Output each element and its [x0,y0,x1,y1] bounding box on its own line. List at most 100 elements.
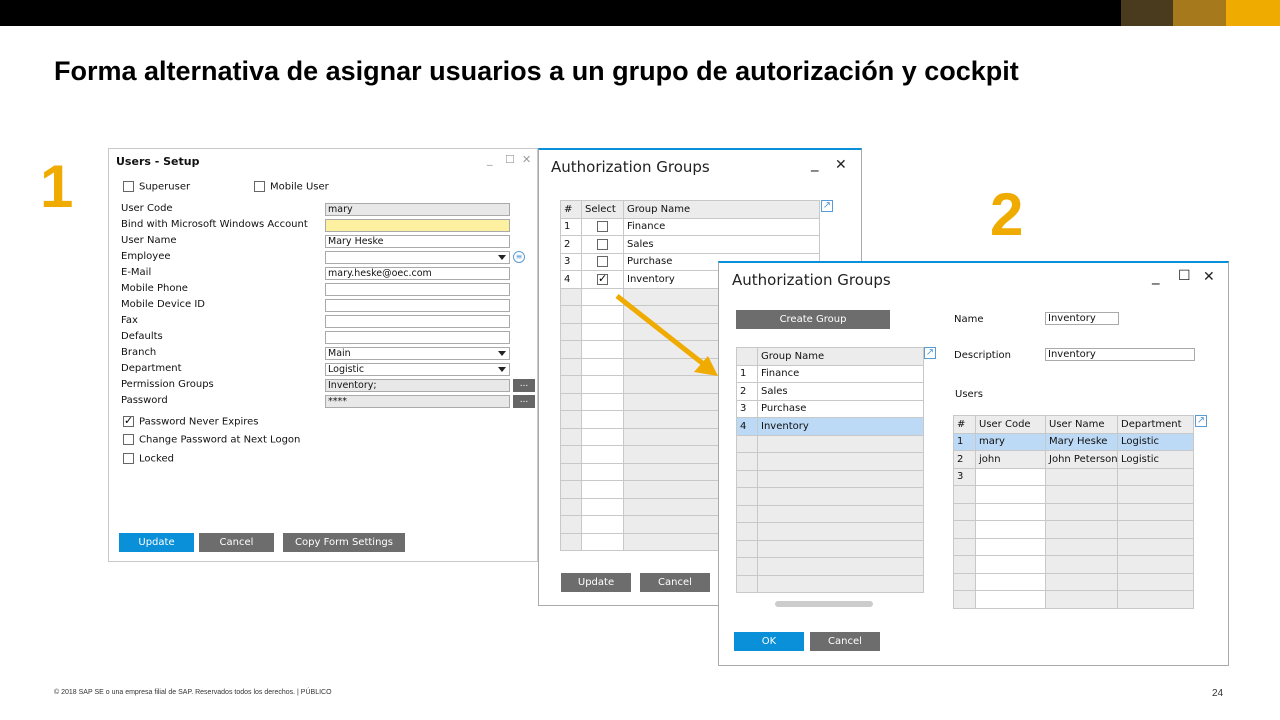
update-button[interactable]: Update [561,573,631,592]
copy-form-settings-button[interactable]: Copy Form Settings [283,533,405,552]
column-header-number: # [953,415,976,434]
email-label: E-Mail [121,267,152,278]
cancel-button[interactable]: Cancel [199,533,274,552]
checkbox-icon[interactable] [123,181,134,192]
minimize-icon[interactable]: _ [487,153,493,166]
defaults-label: Defaults [121,331,163,342]
expand-icon[interactable]: ↗ [924,347,936,359]
password-browse-button[interactable]: ... [513,395,535,408]
column-header-group-name: Group Name [757,347,924,366]
auth-groups-2-title: Authorization Groups [732,271,891,289]
chevron-down-icon[interactable] [498,367,506,372]
mobile-phone-label: Mobile Phone [121,283,188,294]
close-icon[interactable]: ✕ [522,153,531,166]
permission-groups-browse-button[interactable]: ... [513,379,535,392]
email-field[interactable]: mary.heske@oec.com [325,267,510,280]
user-code-field[interactable]: mary [325,203,510,216]
permission-groups-field[interactable]: Inventory; [325,379,510,392]
step-number-1: 1 [40,153,74,220]
permission-groups-label: Permission Groups [121,379,214,390]
update-button[interactable]: Update [119,533,194,552]
user-name-field[interactable]: Mary Heske [325,235,510,248]
bind-windows-label: Bind with Microsoft Windows Account [121,219,308,230]
table-row-selected[interactable]: 4 Inventory [736,417,924,436]
table-row-selected[interactable]: 1 mary Mary Heske Logistic [953,432,1194,451]
description-field[interactable]: Inventory [1045,348,1195,361]
department-select[interactable]: Logistic [325,363,510,376]
department-cell: Logistic [1117,432,1194,451]
maximize-icon[interactable]: ☐ [505,153,515,166]
checkbox-icon[interactable] [597,256,608,267]
cancel-button[interactable]: Cancel [640,573,710,592]
locked-checkbox[interactable]: Locked [123,453,174,465]
top-bar-segment-mid [1173,0,1226,26]
user-name-label: User Name [121,235,177,246]
chevron-down-icon[interactable] [498,255,506,260]
checkbox-checked-icon[interactable] [597,272,608,285]
checkbox-checked-icon[interactable] [123,414,134,427]
column-header-department: Department [1117,415,1194,434]
branch-select[interactable]: Main [325,347,510,360]
name-label: Name [954,314,984,325]
minimize-icon[interactable]: _ [811,154,819,172]
locked-label: Locked [139,453,174,465]
create-group-button[interactable]: Create Group [736,310,890,329]
expand-icon[interactable]: ↗ [821,200,833,212]
fax-field[interactable] [325,315,510,328]
users-label: Users [955,389,984,400]
row-number: 1 [953,432,976,451]
expand-icon[interactable]: ↗ [1195,415,1207,427]
chevron-down-icon[interactable] [498,351,506,356]
table-row[interactable]: 2 Sales [736,382,924,401]
checkbox-icon[interactable] [123,434,134,445]
table-row[interactable]: 2 john John Peterson Logistic [953,450,1194,469]
checkbox-icon[interactable] [254,181,265,192]
mobile-user-label: Mobile User [270,181,329,193]
group-name-cell: Inventory [757,417,924,436]
defaults-field[interactable] [325,331,510,344]
user-name-cell [1045,467,1118,486]
user-name-cell: John Peterson [1045,450,1118,469]
close-icon[interactable]: ✕ [1203,269,1215,285]
mobile-user-checkbox[interactable]: Mobile User [254,181,329,193]
slide-title: Forma alternativa de asignar usuarios a … [54,56,1019,86]
mobile-phone-field[interactable] [325,283,510,296]
checkbox-icon[interactable] [597,238,608,250]
top-bar-segment-dark [1121,0,1173,26]
auth-groups-1-title: Authorization Groups [551,158,710,176]
ok-button[interactable]: OK [734,632,804,651]
row-number: 1 [736,364,758,383]
row-number: 2 [953,450,976,469]
cancel-button[interactable]: Cancel [810,632,880,651]
password-never-expires-checkbox[interactable]: Password Never Expires [123,414,259,428]
maximize-icon[interactable]: ☐ [1178,268,1191,284]
user-code-cell: john [975,450,1046,469]
checkbox-icon[interactable] [123,453,134,464]
users-setup-title: Users - Setup [116,155,200,168]
table-row[interactable]: 3 [953,467,1194,486]
user-code-cell[interactable] [975,467,1046,486]
group-name-cell: Finance [623,217,820,236]
superuser-checkbox[interactable]: Superuser [123,181,190,193]
mobile-device-field[interactable] [325,299,510,312]
bind-windows-field[interactable] [325,219,510,232]
minimize-icon[interactable]: _ [1152,267,1160,285]
horizontal-scrollbar[interactable] [775,601,873,607]
list-icon[interactable]: ≡ [513,251,525,263]
mobile-device-label: Mobile Device ID [121,299,206,310]
password-field[interactable]: **** [325,395,510,408]
name-field[interactable]: Inventory [1045,312,1119,325]
user-code-cell: mary [975,432,1046,451]
change-password-checkbox[interactable]: Change Password at Next Logon [123,434,300,446]
table-row[interactable]: 1 Finance [736,364,924,383]
table-row[interactable]: 1 Finance [560,217,820,236]
column-header-user-name: User Name [1045,415,1118,434]
employee-label: Employee [121,251,171,262]
close-icon[interactable]: ✕ [835,157,847,173]
checkbox-icon[interactable] [597,221,608,232]
department-label: Department [121,363,182,374]
table-row[interactable]: 3 Purchase [736,399,924,418]
employee-select[interactable] [325,251,510,264]
table-row[interactable]: 2 Sales [560,235,820,254]
superuser-label: Superuser [139,181,191,193]
